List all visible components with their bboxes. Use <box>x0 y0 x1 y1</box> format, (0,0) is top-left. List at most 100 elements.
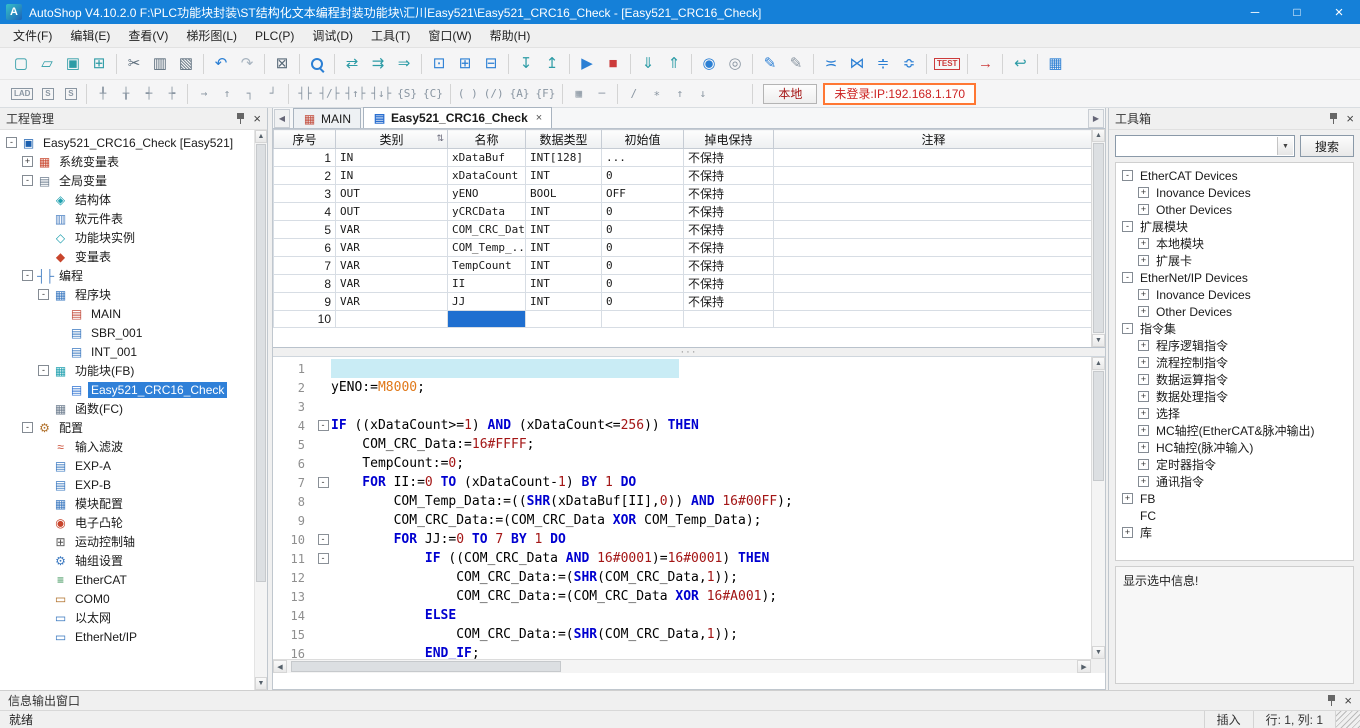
project-tree-item[interactable]: -⚙配置 <box>0 418 267 437</box>
table-cell[interactable]: 4 <box>274 203 336 221</box>
table-cell[interactable]: 8 <box>274 275 336 293</box>
table-cell[interactable]: 0 <box>602 275 684 293</box>
table-cell[interactable]: OFF <box>602 185 684 203</box>
jump-to-run-button[interactable]: → <box>972 52 998 76</box>
code-line[interactable]: 6TempCount:=0; <box>273 454 1091 473</box>
project-tree-item[interactable]: ◈结构体 <box>0 190 267 209</box>
vline-tool-button[interactable]: ↑ <box>215 83 238 104</box>
return-back-button[interactable]: ↩ <box>1007 52 1033 76</box>
menu-item[interactable]: PLC(P) <box>246 26 303 46</box>
table-scrollbar[interactable]: ▲ ▼ <box>1091 129 1105 347</box>
table-cell[interactable]: 1 <box>274 149 336 167</box>
tree-expander-icon[interactable]: + <box>1138 459 1149 470</box>
table-cell[interactable]: 不保持 <box>684 275 774 293</box>
code-line[interactable]: 13COM_CRC_Data:=(COM_CRC_Data XOR 16#A00… <box>273 587 1091 606</box>
table-cell[interactable]: xDataCount <box>448 167 526 185</box>
column-header[interactable]: 类别⇅ <box>336 130 448 149</box>
pin-icon[interactable] <box>1328 112 1339 125</box>
grid-display-button[interactable]: ▦ <box>567 83 590 104</box>
toolbox-tree-item[interactable]: +扩展卡 <box>1118 252 1351 269</box>
table-cell[interactable]: 不保持 <box>684 185 774 203</box>
toolbox-tree-item[interactable]: +流程控制指令 <box>1118 354 1351 371</box>
scroll-up-arrow[interactable]: ▲ <box>255 130 267 143</box>
tab-scroll-right-icon[interactable]: ▶ <box>1088 109 1104 128</box>
delete-vline-button[interactable]: ∕ <box>622 83 645 104</box>
table-cell[interactable]: COM_Temp_... <box>448 239 526 257</box>
table-cell[interactable]: 不保持 <box>684 149 774 167</box>
tree-expander-icon[interactable]: + <box>1138 255 1149 266</box>
run-button[interactable]: ▶ <box>574 52 600 76</box>
tree-expander-icon[interactable]: + <box>1138 442 1149 453</box>
delete-button[interactable]: ⊠ <box>269 52 295 76</box>
toolbox-tree-item[interactable]: +HC轴控(脉冲输入) <box>1118 439 1351 456</box>
project-tree-item[interactable]: ▤INT_001 <box>0 342 267 361</box>
menu-item[interactable]: 查看(V) <box>119 24 177 47</box>
code-line[interactable]: 15COM_CRC_Data:=(SHR(COM_CRC_Data,1)); <box>273 625 1091 644</box>
offline-simulate-button[interactable]: ◎ <box>722 52 748 76</box>
project-tree-item[interactable]: ◆变量表 <box>0 247 267 266</box>
code-line[interactable]: 2yENO:=M8000; <box>273 378 1091 397</box>
table-cell[interactable]: IN <box>336 149 448 167</box>
column-header[interactable]: 名称 <box>448 130 526 149</box>
code-line[interactable]: 10-FOR JJ:=0 TO 7 BY 1 DO <box>273 530 1091 549</box>
table-cell[interactable] <box>602 311 684 328</box>
toolbox-tree-item[interactable]: +选择 <box>1118 405 1351 422</box>
scroll-down-arrow[interactable]: ▼ <box>255 677 267 690</box>
paste-button[interactable]: ▧ <box>173 52 199 76</box>
project-tree-item[interactable]: ▥软元件表 <box>0 209 267 228</box>
tree-expander-icon[interactable]: + <box>1138 476 1149 487</box>
lad-mode-button[interactable]: LAD <box>8 83 36 104</box>
tree-expander-icon[interactable]: + <box>1138 374 1149 385</box>
toolbox-tree-item[interactable]: +库 <box>1118 524 1351 541</box>
table-cell[interactable]: 5 <box>274 221 336 239</box>
table-cell[interactable] <box>774 311 1094 328</box>
project-tree-item[interactable]: ▭EtherNet/IP <box>0 627 267 646</box>
project-tree-item[interactable]: -▤全局变量 <box>0 171 267 190</box>
find-button[interactable] <box>304 52 330 76</box>
table-cell[interactable] <box>774 185 1094 203</box>
table-cell[interactable]: 不保持 <box>684 257 774 275</box>
redo-button[interactable]: ↷ <box>234 52 260 76</box>
table-cell[interactable]: TempCount <box>448 257 526 275</box>
toolbox-tree-item[interactable]: +Inovance Devices <box>1118 184 1351 201</box>
tree-expander-icon[interactable]: - <box>6 137 17 148</box>
applied-instruction-button[interactable]: {A} <box>507 83 533 104</box>
fold-toggle-icon[interactable]: - <box>318 420 329 431</box>
table-cell[interactable]: INT <box>526 275 602 293</box>
code-line[interactable]: 12COM_CRC_Data:=(SHR(COM_CRC_Data,1)); <box>273 568 1091 587</box>
project-tree-item[interactable]: -▦程序块 <box>0 285 267 304</box>
toolbox-tree-item[interactable]: +通讯指令 <box>1118 473 1351 490</box>
project-window-button[interactable]: ⊡ <box>426 52 452 76</box>
search-button[interactable]: 搜索 <box>1300 135 1354 157</box>
output-window-header[interactable]: 信息输出窗口 × <box>0 690 1360 710</box>
new-file-button[interactable]: ▢ <box>8 52 34 76</box>
scroll-down-arrow[interactable]: ▼ <box>1092 334 1105 347</box>
scroll-right-arrow[interactable]: ▶ <box>1077 660 1091 673</box>
move-down-button[interactable]: ↓ <box>691 83 714 104</box>
table-cell[interactable] <box>774 275 1094 293</box>
ladder-align-top-button[interactable]: ≑ <box>870 52 896 76</box>
table-cell[interactable]: BOOL <box>526 185 602 203</box>
maximize-button[interactable]: □ <box>1276 0 1318 24</box>
tab-scroll-left-icon[interactable]: ◀ <box>274 109 290 128</box>
tree-expander-icon[interactable]: - <box>38 289 49 300</box>
tree-expander-icon[interactable]: + <box>1138 425 1149 436</box>
toolbox-tree-item[interactable]: +FB <box>1118 490 1351 507</box>
project-tree-item[interactable]: ▤Easy521_CRC16_Check <box>0 380 267 399</box>
column-header[interactable]: 初始值 <box>602 130 684 149</box>
project-tree-item[interactable]: ▤MAIN <box>0 304 267 323</box>
tree-expander-icon[interactable]: - <box>22 270 33 281</box>
insert-row-above-button[interactable]: ╀ <box>91 83 114 104</box>
menu-item[interactable]: 工具(T) <box>362 24 419 47</box>
tree-expander-icon[interactable]: + <box>22 156 33 167</box>
table-cell[interactable]: INT <box>526 221 602 239</box>
menu-item[interactable]: 调试(D) <box>303 24 362 47</box>
toolbox-tree-item[interactable]: +Other Devices <box>1118 303 1351 320</box>
tree-expander-icon[interactable]: - <box>1122 272 1133 283</box>
tree-expander-icon[interactable]: + <box>1122 527 1133 538</box>
ladder-compare-button[interactable]: ≍ <box>818 52 844 76</box>
tree-expander-icon[interactable]: + <box>1138 289 1149 300</box>
tree-expander-icon[interactable]: + <box>1122 493 1133 504</box>
tree-expander-icon[interactable]: - <box>1122 323 1133 334</box>
tree-expander-icon[interactable]: + <box>1138 340 1149 351</box>
